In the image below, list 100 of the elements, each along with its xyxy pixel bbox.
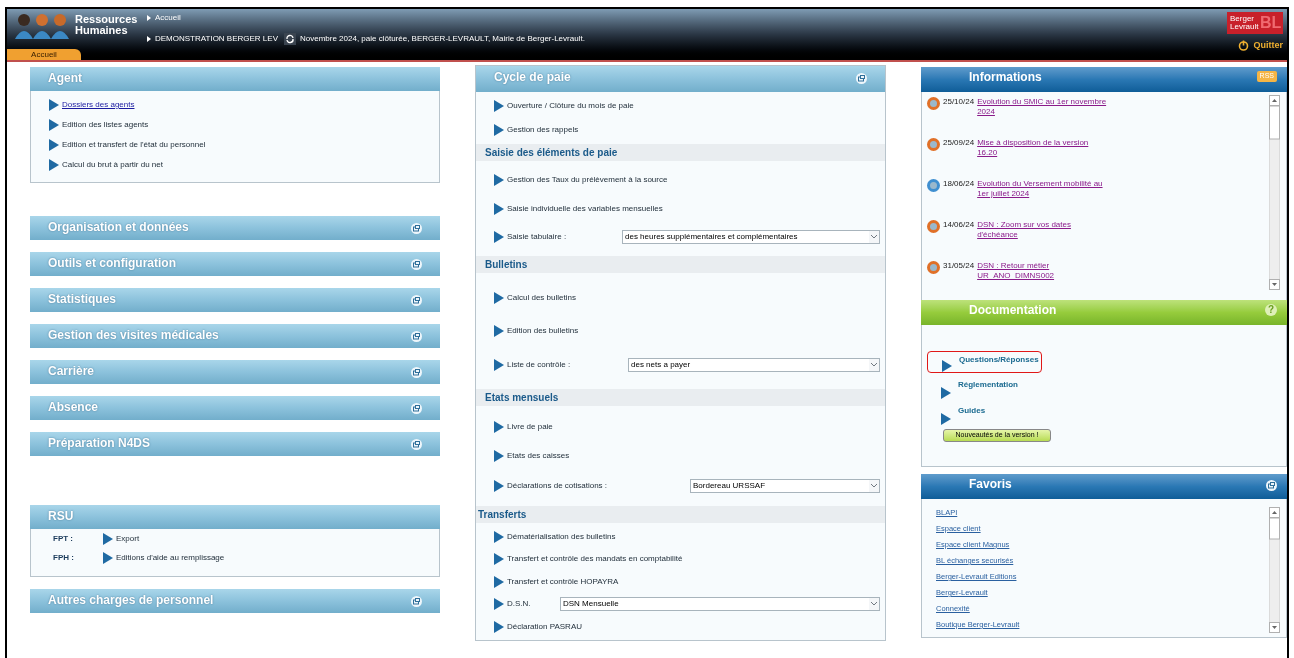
menu-link[interactable]: Export: [116, 533, 140, 545]
quit-button[interactable]: Quitter: [1238, 39, 1283, 53]
caret-icon: [147, 36, 151, 42]
news-link[interactable]: Evolution du Versement mobilité au 1er juillet 2024: [977, 179, 1108, 199]
bullet-icon: [49, 99, 59, 111]
menu-link[interactable]: Editions d'aide au remplissage: [116, 552, 225, 564]
dropdown[interactable]: Bordereau URSSAF: [690, 478, 880, 493]
menu-link[interactable]: Edition des listes agents: [62, 119, 149, 131]
window-icon[interactable]: [1266, 480, 1277, 491]
news-link[interactable]: Mise à disposition de la version 16.20: [977, 138, 1108, 158]
menu-link[interactable]: Etats des caisses: [507, 450, 570, 462]
caret-icon: [869, 230, 879, 243]
panel-title: Outils et configuration: [48, 255, 176, 272]
window-icon[interactable]: [856, 73, 867, 84]
scrollbar[interactable]: [1269, 507, 1280, 633]
doc-link[interactable]: Réglementation: [958, 377, 1018, 391]
panel-title: Carrière: [48, 363, 95, 380]
window-icon[interactable]: [411, 295, 422, 306]
section-heading: Bulletins: [476, 256, 885, 273]
bullet-icon: [941, 387, 951, 399]
menu-link[interactable]: Gestion des rappels: [507, 123, 579, 136]
dropdown[interactable]: DSN Mensuelle: [560, 597, 880, 611]
news-link[interactable]: DSN : Retour métier UR_ANO_DIMNS002: [977, 261, 1108, 281]
news-icon: [927, 97, 940, 110]
breadcrumb-link[interactable]: Accueil: [155, 12, 181, 24]
menu-link[interactable]: Dématérialisation des bulletins: [507, 530, 616, 543]
caret-icon: [869, 358, 879, 371]
news-link[interactable]: Evolution du SMIC au 1er novembre 2024: [977, 97, 1108, 117]
panel-title: Statistiques: [48, 291, 116, 308]
panel-title: Informations: [969, 69, 1042, 86]
bullet-icon: [494, 291, 504, 304]
window-icon[interactable]: [411, 223, 422, 234]
bullet-icon: [49, 119, 59, 131]
menu-link[interactable]: Ouverture / Clôture du mois de paie: [507, 100, 634, 113]
panel-title: Favoris: [969, 476, 1012, 493]
caret-icon: [147, 15, 151, 21]
menu-link[interactable]: Déclaration PASRAU: [507, 620, 582, 633]
section-heading: Etats mensuels: [476, 389, 885, 406]
status-text: Novembre 2024, paie clôturée, BERGER-LEVRAULT, Mairie de Berger-Levrault.: [300, 33, 585, 45]
menu-link[interactable]: Saisie tabulaire :: [507, 230, 567, 243]
bullet-icon: [494, 479, 504, 492]
menu-link[interactable]: Calcul des bulletins: [507, 291, 576, 304]
bullet-icon: [494, 530, 504, 543]
bullet-icon: [941, 413, 951, 425]
news-date: 31/05/24: [943, 261, 975, 271]
news-date: 18/06/24: [943, 179, 975, 189]
window-icon[interactable]: [411, 596, 422, 607]
bullet-icon: [494, 230, 504, 243]
scrollbar[interactable]: [1269, 95, 1280, 290]
menu-link[interactable]: Gestion des Taux du prélèvement à la source: [507, 174, 668, 187]
bullet-icon: [103, 533, 113, 545]
panel-title: Préparation N4DS: [48, 435, 151, 452]
panel-header[interactable]: Favoris: [921, 474, 1287, 499]
dropdown[interactable]: des heures supplémentaires et complémentaires: [622, 229, 880, 244]
menu-link[interactable]: Transfert et contrôle des mandats en comptabilité: [507, 553, 683, 565]
menu-link[interactable]: Liste de contrôle :: [507, 358, 571, 371]
bullet-icon: [49, 159, 59, 171]
window-icon[interactable]: [411, 439, 422, 450]
section-heading: Saisie des éléments de paie: [476, 144, 885, 161]
window-icon[interactable]: [411, 331, 422, 342]
bullet-icon: [494, 553, 504, 565]
news-date: 25/09/24: [943, 138, 975, 148]
news-icon: [927, 179, 940, 192]
window-icon[interactable]: [411, 367, 422, 378]
window-icon[interactable]: [411, 259, 422, 270]
menu-link[interactable]: Dossiers des agents: [62, 99, 135, 111]
menu-link[interactable]: Saisie individuelle des variables mensuelles: [507, 202, 663, 215]
doc-link[interactable]: Guides: [958, 403, 986, 417]
field-label: FPT :: [53, 533, 74, 545]
dropdown[interactable]: des nets a payer: [628, 357, 880, 372]
power-icon: [1238, 40, 1250, 52]
news-icon: [927, 220, 940, 233]
doc-link[interactable]: Questions/Réponses: [959, 352, 1039, 366]
bullet-icon: [494, 420, 504, 433]
panel-title: Absence: [48, 399, 99, 416]
window-icon[interactable]: [411, 403, 422, 414]
caret-icon: [869, 479, 879, 492]
menu-link[interactable]: Calcul du brut à partir du net: [62, 159, 163, 171]
panel-title: Organisation et données: [48, 219, 189, 236]
section-heading: Transferts: [476, 506, 885, 523]
bullet-icon: [494, 575, 504, 588]
menu-link[interactable]: Edition des bulletins: [507, 325, 579, 337]
context-label: DEMONSTRATION BERGER LEV: [155, 33, 278, 45]
bullet-icon: [103, 552, 113, 564]
menu-link[interactable]: Livre de paie: [507, 420, 553, 433]
menu-link[interactable]: Transfert et contrôle HOPAYRA: [507, 575, 619, 588]
bullet-icon: [494, 174, 504, 187]
news-icon: [927, 138, 940, 151]
tab[interactable]: Accueil: [7, 49, 81, 60]
refresh-icon[interactable]: [284, 33, 296, 45]
news-link[interactable]: DSN : Zoom sur vos dates d'échéance: [977, 220, 1108, 240]
menu-link[interactable]: Edition et transfert de l'état du personnel: [62, 139, 206, 151]
menu-link[interactable]: D.S.N.: [507, 598, 531, 610]
bullet-icon: [494, 202, 504, 215]
menu-link[interactable]: Déclarations de cotisations :: [507, 479, 608, 492]
panel-title: Gestion des visites médicales: [48, 327, 219, 344]
bullet-icon: [494, 450, 504, 462]
bullet-icon: [494, 598, 504, 610]
bullet-icon: [494, 100, 504, 113]
logo-mark: BL: [1260, 15, 1282, 31]
